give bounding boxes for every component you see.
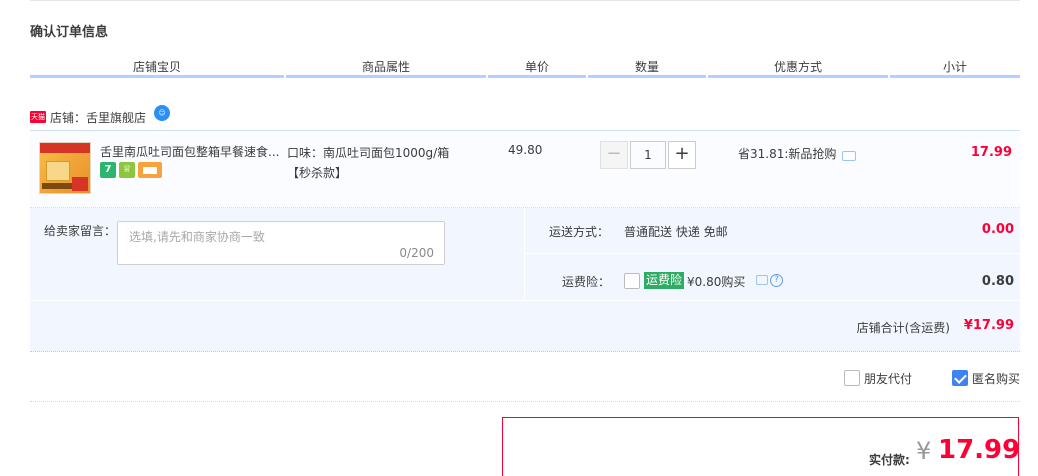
insurance-price: ¥0.80购买 bbox=[687, 275, 746, 289]
sku-tag: 【秒杀款】 bbox=[287, 166, 348, 180]
product-badges: 7 ♕ bbox=[100, 162, 162, 178]
insurance-checkbox[interactable] bbox=[624, 273, 640, 289]
seller-message-placeholder: 选填,请先和商家协商一致 bbox=[129, 230, 265, 244]
extras-divider bbox=[524, 253, 1020, 254]
currency-symbol: ¥ bbox=[916, 437, 932, 465]
friend-pay-option[interactable]: 朋友代付 bbox=[844, 369, 912, 387]
chat-bubble-icon[interactable]: ☺ bbox=[154, 105, 171, 121]
table-header: 店铺宝贝 商品属性 单价 数量 优惠方式 小计 bbox=[30, 58, 1020, 80]
quantity-input[interactable]: 1 bbox=[630, 141, 666, 169]
options-divider bbox=[30, 401, 1020, 402]
insurance-comment-icon[interactable] bbox=[756, 275, 768, 285]
header-unit-price: 单价 bbox=[488, 58, 586, 78]
product-attributes: 口味：南瓜吐司面包1000g/箱 【秒杀款】 bbox=[287, 143, 477, 183]
product-title[interactable]: 舌里南瓜吐司面包整箱早餐速食... bbox=[100, 143, 282, 160]
quantity-increase-button[interactable]: + bbox=[668, 141, 696, 169]
item-subtotal: 17.99 bbox=[970, 145, 1012, 160]
insurance-fee: 0.80 bbox=[981, 274, 1014, 289]
promo-text: 省31.81:新品抢购 bbox=[738, 147, 837, 161]
header-discount: 优惠方式 bbox=[708, 58, 888, 78]
shop-total-value: ¥17.99 bbox=[963, 318, 1014, 333]
product-thumbnail[interactable] bbox=[39, 142, 91, 194]
sku-flavor: 口味：南瓜吐司面包1000g/箱 bbox=[287, 146, 450, 160]
insurance-tag: 运费险 bbox=[644, 272, 685, 289]
shipping-label: 运送方式： bbox=[549, 225, 610, 239]
promo-comment-icon[interactable] bbox=[842, 150, 857, 161]
header-shop-item: 店铺宝贝 bbox=[30, 58, 284, 78]
top-divider bbox=[30, 0, 1020, 1]
discount-method: 省31.81:新品抢购 bbox=[738, 145, 857, 162]
friend-pay-checkbox[interactable] bbox=[844, 370, 860, 386]
payment-amount: 17.99 bbox=[938, 435, 1021, 465]
anonymous-buy-option[interactable]: 匿名购买 bbox=[952, 369, 1020, 387]
header-attributes: 商品属性 bbox=[286, 58, 486, 78]
order-extras: 给卖家留言： 选填,请先和商家协商一致 0/200 运送方式： 普通配送 快递 … bbox=[30, 208, 1020, 352]
header-subtotal: 小计 bbox=[890, 58, 1020, 78]
shop-name[interactable]: 店铺：舌里旗舰店 bbox=[50, 109, 146, 126]
guarantee-shield-icon: ♕ bbox=[119, 162, 135, 178]
credit-card-icon bbox=[138, 162, 162, 178]
tmall-icon: 天猫 bbox=[30, 111, 46, 123]
seller-message-input[interactable]: 选填,请先和商家协商一致 0/200 bbox=[117, 221, 445, 265]
shipping-fee: 0.00 bbox=[981, 222, 1014, 237]
shop-total-label: 店铺合计(含运费) bbox=[856, 321, 950, 335]
friend-pay-label[interactable]: 朋友代付 bbox=[864, 370, 912, 387]
payment-label: 实付款: bbox=[869, 453, 910, 467]
payment-summary: 实付款: ¥ 17.99 bbox=[502, 417, 1021, 476]
extras-vertical-divider bbox=[524, 208, 525, 300]
seller-message-counter: 0/200 bbox=[399, 246, 434, 260]
shop-row: 天猫 店铺：舌里旗舰店 ☺ bbox=[30, 105, 171, 128]
seller-message-label: 给卖家留言： bbox=[44, 224, 117, 238]
anonymous-buy-checkbox[interactable] bbox=[952, 370, 968, 386]
order-item-row: 舌里南瓜吐司面包整箱早餐速食... 7 ♕ 口味：南瓜吐司面包1000g/箱 【… bbox=[30, 130, 1020, 208]
unit-price: 49.80 bbox=[508, 143, 543, 157]
quantity-stepper: − 1 + bbox=[600, 141, 696, 169]
page-title: 确认订单信息 bbox=[30, 25, 109, 40]
shipping-method: 普通配送 快递 免邮 bbox=[624, 225, 728, 239]
extras-bottom-divider bbox=[30, 300, 1020, 301]
seven-day-return-icon: 7 bbox=[100, 162, 116, 178]
insurance-label: 运费险： bbox=[562, 275, 611, 289]
header-quantity: 数量 bbox=[588, 58, 706, 78]
quantity-decrease-button[interactable]: − bbox=[600, 141, 628, 169]
anonymous-buy-label[interactable]: 匿名购买 bbox=[972, 370, 1020, 387]
insurance-icons: ? bbox=[756, 274, 783, 287]
help-icon[interactable]: ? bbox=[770, 274, 783, 287]
